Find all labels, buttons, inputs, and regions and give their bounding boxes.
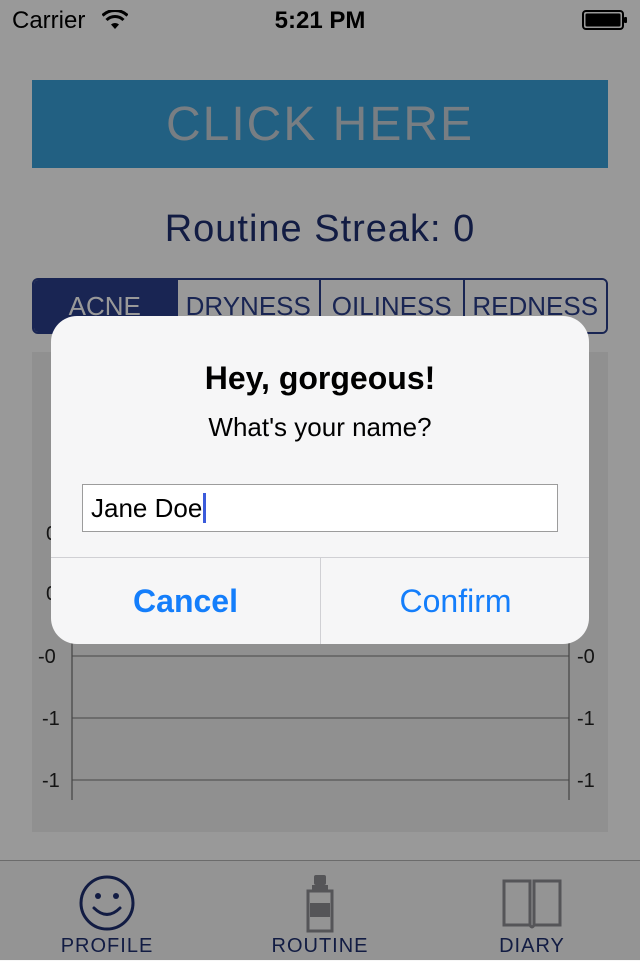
name-input[interactable]: Jane Doe (82, 484, 558, 532)
text-caret (203, 493, 207, 523)
cancel-button[interactable]: Cancel (51, 558, 320, 644)
dialog-message: What's your name? (208, 412, 432, 442)
confirm-button[interactable]: Confirm (321, 558, 589, 644)
name-input-value: Jane Doe (91, 492, 203, 523)
dialog-title: Hey, gorgeous! (204, 360, 436, 396)
name-prompt-dialog: Hey, gorgeous! What's your name? Jane Do… (51, 316, 589, 644)
